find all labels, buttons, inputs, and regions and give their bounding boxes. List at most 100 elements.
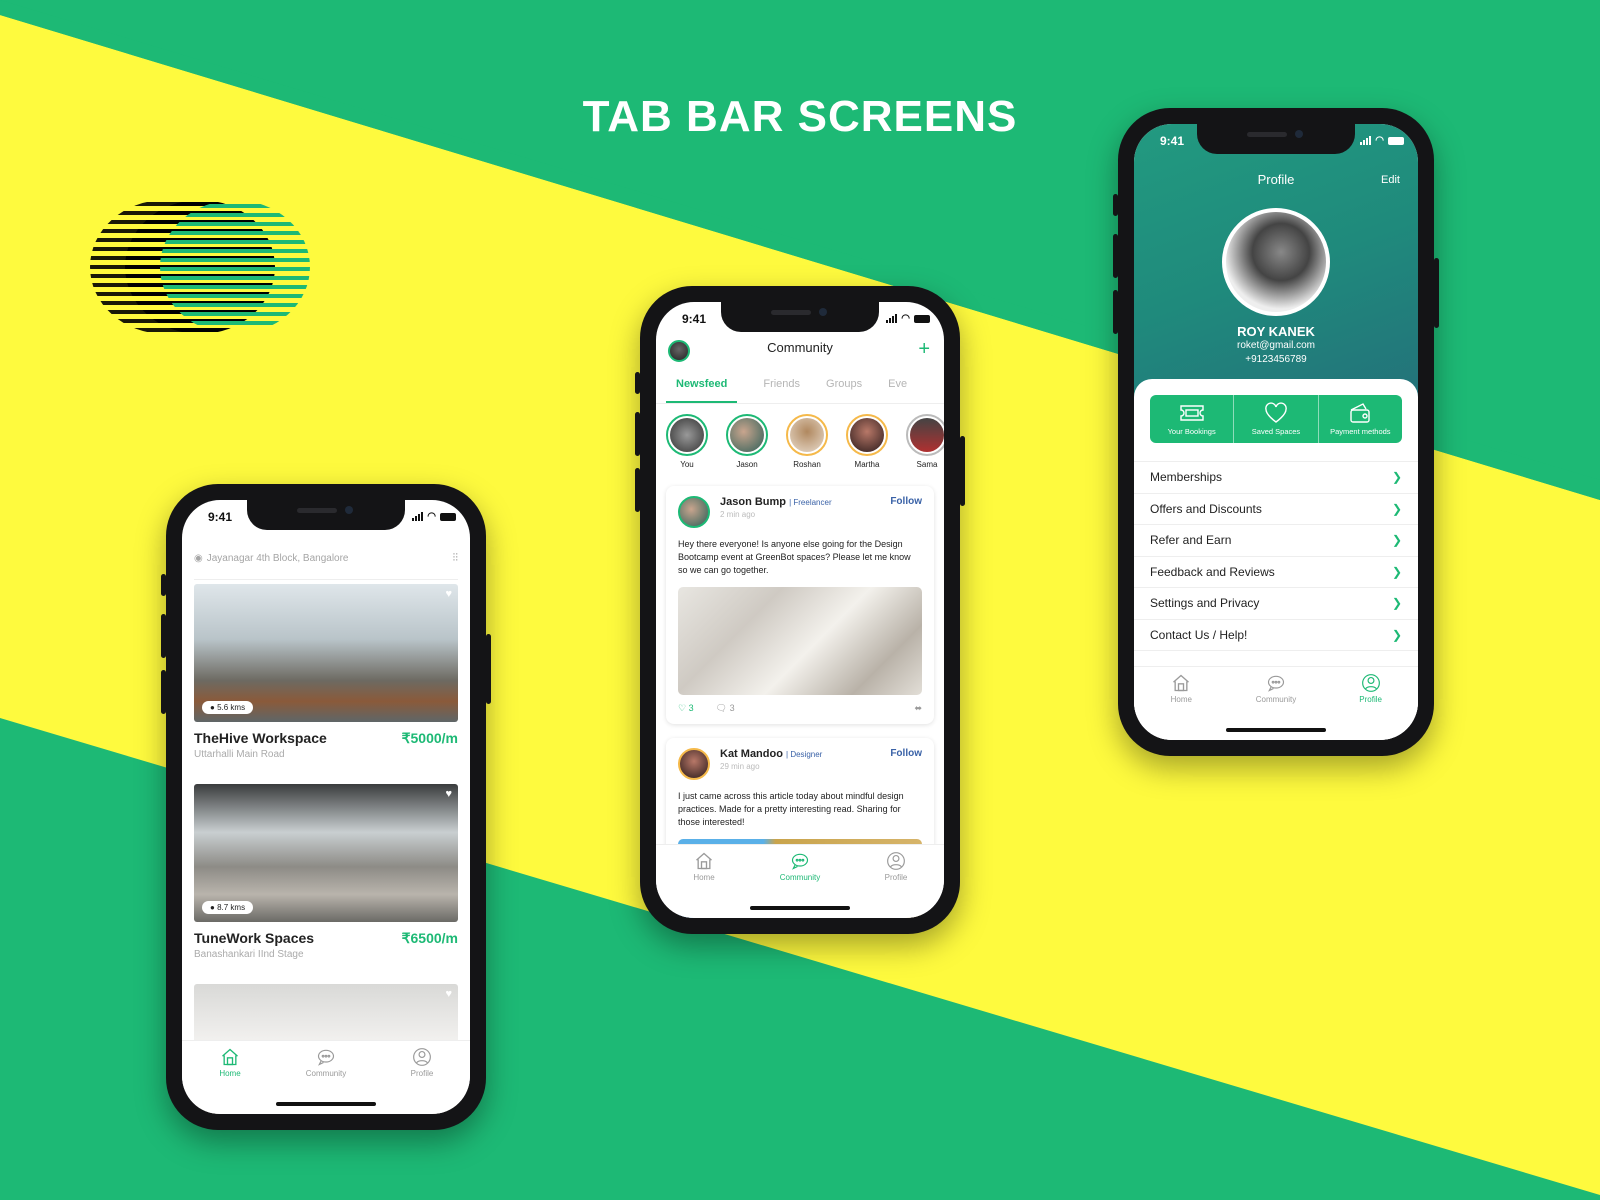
post-image (678, 587, 922, 695)
listing-card[interactable]: ♥ ● 8.7 kms TuneWork Spaces ₹6500/m Banas… (194, 784, 458, 960)
tab-events[interactable]: Eve (888, 378, 907, 403)
chat-bubble-icon (791, 853, 809, 870)
post-author-name[interactable]: Kat Mandoo (720, 748, 783, 760)
listing-name: TheHive Workspace (194, 730, 327, 746)
favorite-heart-icon[interactable]: ♥ (445, 988, 452, 1000)
post-author-name[interactable]: Jason Bump (720, 496, 786, 508)
post-time: 29 min ago (720, 762, 760, 771)
post-text: Hey there everyone! Is anyone else going… (678, 539, 911, 575)
post-card: Jason Bump | Freelancer 2 min ago Follow… (666, 486, 934, 724)
menu-item-memberships[interactable]: Memberships ❯ (1134, 462, 1418, 494)
distance-badge: ● 5.6 kms (202, 701, 254, 714)
community-screen: 9:41 ◠ Community + Newsfeed Friends Grou… (656, 302, 944, 918)
phone-community: 9:41 ◠ Community + Newsfeed Friends Grou… (635, 286, 965, 934)
story-item[interactable]: You (666, 414, 708, 469)
chevron-right-icon: ❯ (1391, 501, 1402, 516)
wallet-icon (1350, 403, 1371, 423)
menu-item-contact[interactable]: Contact Us / Help! ❯ (1134, 620, 1418, 651)
filter-icon[interactable]: ⫶⫶ (453, 552, 459, 565)
tab-newsfeed[interactable]: Newsfeed (666, 378, 738, 403)
listing-card[interactable]: ♥ ● 5.6 kms TheHive Workspace ₹5000/m Utt… (194, 584, 458, 760)
listing-address: Banashankari IInd Stage (194, 949, 304, 960)
profile-email: roket@gmail.com (1237, 340, 1315, 351)
post-author-avatar[interactable] (678, 496, 710, 528)
add-post-button[interactable]: + (918, 338, 930, 361)
tab-home[interactable]: Home (664, 851, 744, 918)
story-item[interactable]: Martha (846, 414, 888, 469)
comment-icon: 🗨︎ (715, 703, 728, 713)
like-button[interactable]: ♡ 3 (678, 703, 694, 714)
edit-button[interactable]: Edit (1381, 174, 1400, 186)
follow-button[interactable]: Follow (890, 748, 922, 759)
profile-screen: 9:41 ◠ Profile Edit ROY KANEK roket@gmai… (1134, 124, 1418, 740)
listing-name: TuneWork Spaces (194, 930, 315, 946)
saved-spaces-button[interactable]: Saved Spaces (1234, 395, 1319, 443)
profile-name: ROY KANEK (1237, 324, 1315, 339)
payment-methods-button[interactable]: Payment methods (1319, 395, 1402, 443)
screen-title: Profile (1257, 172, 1295, 187)
quick-actions: Your Bookings Saved Spaces Payment metho… (1150, 395, 1402, 443)
comment-button[interactable]: 🗨︎ 3 (716, 703, 735, 714)
tab-profile[interactable]: Profile (1331, 673, 1411, 740)
community-header: Community + (656, 338, 944, 366)
tab-profile[interactable]: Profile (856, 851, 936, 918)
user-avatar[interactable] (668, 340, 690, 362)
status-time: 9:41 (208, 510, 233, 524)
location-bar[interactable]: ◉ Jayanagar 4th Block, Bangalore ⫶⫶ (194, 546, 458, 580)
listing-price: ₹6500/m (401, 930, 458, 946)
post-author-avatar[interactable] (678, 748, 710, 780)
tab-groups[interactable]: Groups (826, 378, 862, 403)
wifi-icon: ◠ (427, 511, 436, 522)
favorite-heart-icon[interactable]: ♥ (445, 788, 452, 800)
home-icon (696, 852, 712, 870)
follow-button[interactable]: Follow (890, 496, 922, 507)
menu-item-feedback[interactable]: Feedback and Reviews ❯ (1134, 557, 1418, 588)
status-time: 9:41 (1160, 134, 1185, 148)
signal-icon (1360, 136, 1372, 145)
signal-icon (412, 512, 424, 521)
tab-home[interactable]: Home (190, 1047, 270, 1114)
status-time: 9:41 (682, 312, 707, 326)
phone-home: 9:41 ◠ ◉ Jayanagar 4th Block, Bangalore … (161, 484, 491, 1130)
phone-profile: 9:41 ◠ Profile Edit ROY KANEK roket@gmai… (1113, 108, 1439, 756)
user-circle-icon (1361, 674, 1380, 692)
home-indicator (276, 1102, 376, 1106)
tab-profile[interactable]: Profile (382, 1047, 462, 1114)
tab-home[interactable]: Home (1141, 673, 1221, 740)
story-item[interactable]: Sama (906, 414, 944, 469)
location-text: Jayanagar 4th Block, Bangalore (206, 553, 349, 564)
menu-item-offers[interactable]: Offers and Discounts ❯ (1134, 494, 1418, 525)
wifi-icon: ◠ (901, 313, 910, 324)
story-item[interactable]: Jason (726, 414, 768, 469)
tab-friends[interactable]: Friends (763, 378, 800, 403)
signal-icon (886, 314, 898, 323)
story-item[interactable]: Roshan (786, 414, 828, 469)
chevron-right-icon: ❯ (1391, 470, 1402, 485)
home-icon (1173, 674, 1190, 692)
wifi-icon: ◠ (1375, 135, 1384, 146)
post-time: 2 min ago (720, 510, 756, 519)
share-icon[interactable]: ⬌ (914, 703, 922, 714)
home-indicator (750, 906, 850, 910)
listing-image: ♥ ● 5.6 kms (194, 584, 458, 722)
brand-logo (90, 200, 310, 334)
location-pin-icon: ◉ (194, 553, 203, 564)
battery-icon (914, 314, 930, 323)
chat-bubble-icon (317, 1049, 335, 1066)
post-author-role: | Freelancer (789, 498, 832, 507)
menu-item-settings[interactable]: Settings and Privacy ❯ (1134, 588, 1418, 620)
stories-row: You Jason Roshan Martha Sama (666, 414, 944, 469)
favorite-heart-icon[interactable]: ♥ (445, 588, 452, 600)
profile-avatar[interactable] (1222, 208, 1330, 316)
your-bookings-button[interactable]: Your Bookings (1150, 395, 1235, 443)
chat-bubble-icon (1267, 675, 1285, 692)
home-icon (222, 1048, 238, 1066)
listing-price: ₹5000/m (401, 730, 458, 746)
heart-icon: ♡ (678, 703, 687, 713)
user-circle-icon (413, 1048, 431, 1066)
profile-header: 9:41 ◠ Profile Edit ROY KANEK roket@gmai… (1134, 124, 1418, 414)
profile-phone: +9123456789 (1245, 354, 1307, 365)
menu-item-refer[interactable]: Refer and Earn ❯ (1134, 525, 1418, 557)
heart-icon (1265, 402, 1287, 423)
battery-icon (440, 512, 456, 521)
